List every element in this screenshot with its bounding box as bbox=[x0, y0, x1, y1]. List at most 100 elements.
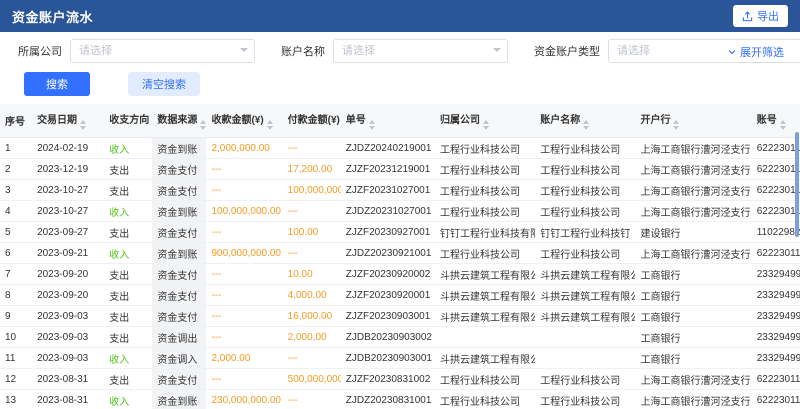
cell-no: 4 bbox=[0, 201, 32, 222]
cell-bank: 工商银行 bbox=[635, 264, 751, 285]
cell-date: 2023-09-27 bbox=[32, 222, 104, 243]
cell-company: 钉钉工程行业科技有限 bbox=[435, 222, 535, 243]
cell-direction: 支出 bbox=[104, 327, 152, 348]
cell-direction: 支出 bbox=[104, 285, 152, 306]
filter-select[interactable] bbox=[333, 39, 508, 63]
cell-pay: 16,000.00 bbox=[283, 306, 341, 327]
cell-bank: 工商银行 bbox=[635, 327, 751, 348]
cell-no: 12 bbox=[0, 369, 32, 390]
filter-select-input[interactable] bbox=[70, 39, 255, 63]
select-caret-icon bbox=[240, 48, 248, 52]
cell-company: 斗拱云建筑工程有限公司 bbox=[435, 264, 535, 285]
column-header[interactable]: 账户名称 bbox=[535, 104, 635, 138]
cell-no: 10 bbox=[0, 327, 32, 348]
column-header[interactable]: 数据来源 bbox=[152, 104, 206, 138]
cell-number: 622230111 bbox=[752, 180, 800, 201]
page-title: 资金账户流水 bbox=[12, 7, 93, 26]
cell-number: 110229823 bbox=[752, 222, 800, 243]
cell-direction: 支出 bbox=[104, 264, 152, 285]
cell-source: 资金调出 bbox=[152, 327, 206, 348]
cell-no: 3 bbox=[0, 180, 32, 201]
cell-account: 工程行业科技公司 bbox=[535, 201, 635, 222]
cell-receive: --- bbox=[206, 222, 282, 243]
cell-date: 2023-08-31 bbox=[32, 369, 104, 390]
cell-receive: 230,000,000.00 bbox=[206, 390, 282, 409]
cell-company: 工程行业科技公司 bbox=[435, 201, 535, 222]
filter-select[interactable] bbox=[70, 39, 255, 63]
column-header[interactable]: 收支方向 bbox=[104, 104, 152, 138]
cell-bank: 工商银行 bbox=[635, 306, 751, 327]
cell-direction: 支出 bbox=[104, 369, 152, 390]
cell-source: 资金支付 bbox=[152, 264, 206, 285]
sort-icon bbox=[369, 120, 375, 130]
table-row: 92023-09-03支出资金支付---16,000.00ZJZF2023090… bbox=[0, 306, 800, 327]
clear-search-button[interactable]: 清空搜索 bbox=[128, 72, 200, 96]
cell-source: 资金支付 bbox=[152, 180, 206, 201]
sort-icon bbox=[673, 120, 679, 130]
cell-account bbox=[535, 327, 635, 348]
filter-panel: 所属公司账户名称资金账户类型 展开筛选 bbox=[0, 32, 800, 63]
transactions-table: 序号交易日期 收支方向数据来源 收款金额(¥) 付款金额(¥)单号归属公司账户名称开户… bbox=[0, 104, 800, 409]
cell-source: 资金到账 bbox=[152, 390, 206, 409]
cell-date: 2023-09-03 bbox=[32, 348, 104, 369]
column-header-label: 数据来源 bbox=[157, 115, 197, 126]
cell-no: 6 bbox=[0, 243, 32, 264]
sort-icon bbox=[583, 120, 589, 130]
sort-icon bbox=[200, 120, 206, 130]
cell-no: 9 bbox=[0, 306, 32, 327]
cell-date: 2023-10-27 bbox=[32, 201, 104, 222]
cell-receive: 900,000,000.00 bbox=[206, 243, 282, 264]
cell-number: 622230111 bbox=[752, 390, 800, 409]
direction-badge: 收入 bbox=[109, 145, 129, 156]
cell-no: 11 bbox=[0, 348, 32, 369]
cell-pay: --- bbox=[283, 348, 341, 369]
export-button[interactable]: 导出 bbox=[733, 5, 788, 27]
cell-no: 1 bbox=[0, 138, 32, 159]
cell-date: 2023-09-20 bbox=[32, 264, 104, 285]
column-header[interactable]: 账号 bbox=[752, 104, 800, 138]
cell-bank: 上海工商银行漕河泾支行 bbox=[635, 159, 751, 180]
column-header[interactable]: 单号 bbox=[341, 104, 435, 138]
cell-source: 资金支付 bbox=[152, 159, 206, 180]
column-header: 序号 bbox=[0, 104, 32, 138]
filter-label: 资金账户类型 bbox=[534, 43, 600, 59]
cell-company bbox=[435, 327, 535, 348]
cell-number: 233294999 bbox=[752, 264, 800, 285]
sort-icon bbox=[483, 120, 489, 130]
cell-order: ZJZF20230903001 bbox=[341, 306, 435, 327]
cell-company: 工程行业科技公司 bbox=[435, 369, 535, 390]
cell-company: 工程行业科技公司 bbox=[435, 180, 535, 201]
column-header-label: 账号 bbox=[757, 115, 777, 126]
cell-direction: 收入 bbox=[104, 138, 152, 159]
export-label: 导出 bbox=[757, 8, 779, 24]
cell-order: ZJZF20230920001 bbox=[341, 285, 435, 306]
column-header[interactable]: 付款金额(¥) bbox=[283, 104, 341, 138]
filter-select-input[interactable] bbox=[333, 39, 508, 63]
column-header[interactable]: 开户行 bbox=[635, 104, 751, 138]
cell-pay: --- bbox=[283, 201, 341, 222]
cell-receive: 2,000.00 bbox=[206, 348, 282, 369]
cell-order: ZJDB20230903002 bbox=[341, 327, 435, 348]
filter-label: 账户名称 bbox=[281, 43, 325, 59]
search-button[interactable]: 搜索 bbox=[24, 72, 90, 96]
expand-filter-link[interactable]: 展开筛选 bbox=[727, 44, 784, 60]
filter-group: 账户名称 bbox=[281, 39, 508, 63]
column-header[interactable]: 收款金额(¥) bbox=[206, 104, 282, 138]
cell-number: 233294999 bbox=[752, 306, 800, 327]
column-header-label: 收款金额(¥) bbox=[211, 115, 263, 126]
cell-receive: --- bbox=[206, 264, 282, 285]
vertical-scrollbar[interactable] bbox=[795, 132, 799, 237]
cell-direction: 支出 bbox=[104, 159, 152, 180]
cell-date: 2023-08-31 bbox=[32, 390, 104, 409]
cell-date: 2023-09-03 bbox=[32, 306, 104, 327]
filter-actions: 搜索 清空搜索 bbox=[0, 63, 800, 104]
column-header[interactable]: 交易日期 bbox=[32, 104, 104, 138]
column-header-label: 交易日期 bbox=[37, 115, 77, 126]
column-header[interactable]: 归属公司 bbox=[435, 104, 535, 138]
cell-order: ZJDB20230903001 bbox=[341, 348, 435, 369]
table-row: 72023-09-20支出资金支付---10.00ZJZF20230920002… bbox=[0, 264, 800, 285]
cell-direction: 收入 bbox=[104, 243, 152, 264]
cell-bank: 上海工商银行漕河泾支行 bbox=[635, 369, 751, 390]
cell-order: ZJZF20230831002 bbox=[341, 369, 435, 390]
table-row: 32023-10-27支出资金支付---100,000,000.00ZJZF20… bbox=[0, 180, 800, 201]
